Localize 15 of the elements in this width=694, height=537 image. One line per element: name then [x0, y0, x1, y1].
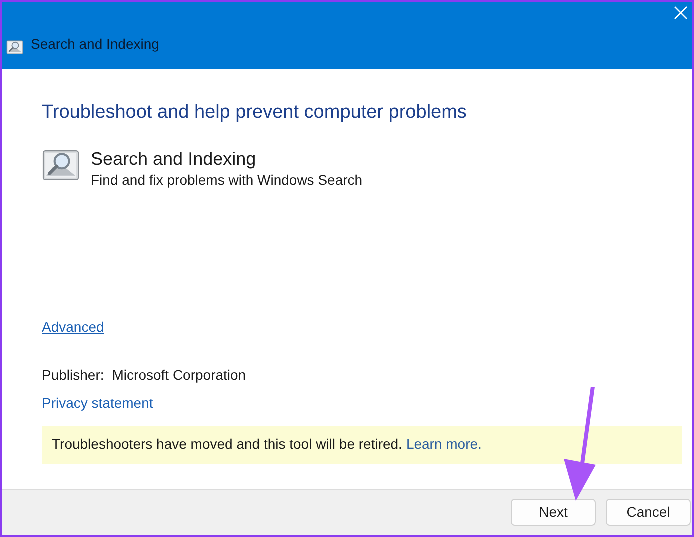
magnifier-icon — [42, 148, 80, 182]
heading: Troubleshoot and help prevent computer problems — [42, 101, 468, 125]
troubleshooter-name: Search and Indexing — [91, 148, 258, 170]
privacy-link[interactable]: Privacy statement — [42, 392, 154, 414]
notice-text: Troubleshooters have moved and this tool will be retired. — [52, 435, 402, 454]
publisher-label: Publisher: — [42, 366, 104, 384]
advanced-link[interactable]: Advanced — [42, 316, 104, 338]
close-icon — [674, 6, 688, 20]
magnifier-icon — [6, 40, 24, 55]
window-title: Search and Indexing — [31, 35, 160, 54]
publisher-value: Microsoft Corporation — [112, 366, 246, 385]
next-button[interactable]: Next — [511, 499, 596, 526]
troubleshooter-description: Find and fix problems with Windows Search — [91, 170, 363, 190]
learn-more-link[interactable]: Learn more. — [406, 434, 482, 455]
cancel-button[interactable]: Cancel — [606, 499, 691, 526]
